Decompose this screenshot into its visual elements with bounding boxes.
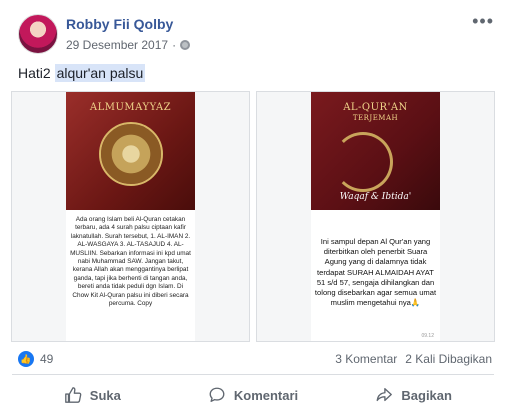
quran-cover-image: ALMUMAYYAZ [66, 92, 195, 210]
engagement-stats: 3 Komentar 2 Kali Dibagikan [335, 352, 492, 366]
like-button-label: Suka [89, 387, 121, 403]
book-subtitle: TERJEMAH [352, 114, 399, 122]
author-name[interactable]: Robby Fii Qolby [66, 16, 173, 32]
post-text: Hati2 alqur'an palsu [18, 64, 146, 82]
more-options-icon[interactable]: ••• [472, 12, 494, 30]
photo-2[interactable]: AL-QUR'AN TERJEMAH Waqaf & Ibtida' Ini s… [256, 91, 495, 342]
share-button[interactable]: Bagikan [333, 378, 494, 412]
share-icon [376, 388, 393, 402]
share-count[interactable]: 2 Kali Dibagikan [405, 352, 492, 366]
photo-2-timestamp: 09.12 [421, 333, 434, 339]
share-button-label: Bagikan [401, 387, 452, 403]
post-text-highlight: alqur'an palsu [54, 64, 146, 82]
cover-ornament [333, 132, 393, 192]
photo-1-caption: Ada orang Islam beli Al-Quran cetakan te… [70, 216, 191, 308]
book-title: ALMUMAYYAZ [89, 102, 172, 113]
like-reaction-icon: 👍 [18, 351, 34, 367]
thumbs-up-icon [64, 387, 82, 403]
comment-button-label: Komentari [233, 387, 299, 403]
post-text-prefix: Hati2 [18, 65, 55, 81]
post-date[interactable]: 29 Desember 2017 [66, 38, 168, 52]
divider [12, 374, 494, 375]
photo-2-caption: Ini sampul depan Al Qur'an yang diterbit… [314, 237, 437, 308]
post-meta: 29 Desember 2017 · [66, 38, 191, 52]
comment-icon [209, 387, 225, 402]
book-title: AL-QUR'AN [343, 102, 408, 113]
photo-2-content: AL-QUR'AN TERJEMAH Waqaf & Ibtida' Ini s… [311, 92, 440, 341]
avatar[interactable] [18, 14, 58, 54]
meta-separator: · [172, 38, 177, 52]
like-count: 49 [40, 352, 54, 366]
cover-script: Waqaf & Ibtida' [339, 192, 412, 202]
photo-1[interactable]: ALMUMAYYAZ Ada orang Islam beli Al-Quran… [11, 91, 250, 342]
photo-1-content: ALMUMAYYAZ Ada orang Islam beli Al-Quran… [66, 92, 195, 341]
post-card: Robby Fii Qolby 29 Desember 2017 · ••• H… [0, 0, 506, 420]
cover-medallion [98, 122, 163, 186]
photo-grid: ALMUMAYYAZ Ada orang Islam beli Al-Quran… [11, 91, 495, 342]
comment-button[interactable]: Komentari [173, 378, 334, 412]
comment-count[interactable]: 3 Komentar [335, 352, 397, 366]
action-bar: Suka Komentari Bagikan [12, 378, 494, 412]
reaction-summary[interactable]: 👍 49 [18, 351, 53, 367]
quran-cover-image: AL-QUR'AN TERJEMAH Waqaf & Ibtida' [311, 92, 440, 210]
globe-icon [180, 40, 191, 50]
like-button[interactable]: Suka [12, 378, 173, 412]
